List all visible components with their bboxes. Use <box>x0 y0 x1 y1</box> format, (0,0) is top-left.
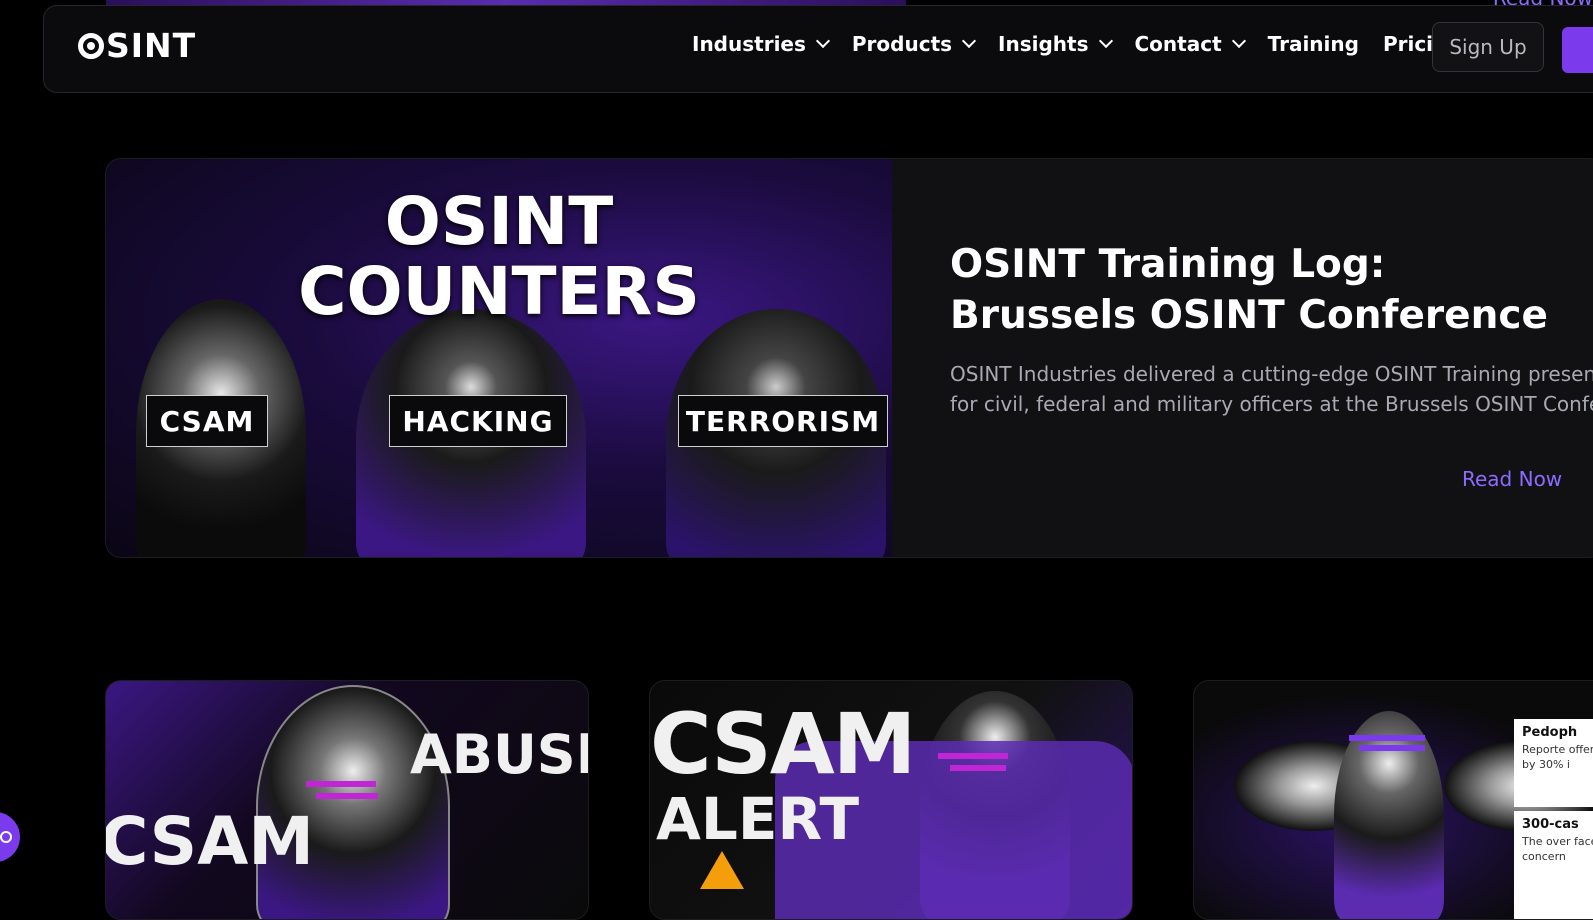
description-line: OSINT Industries delivered a cutting-edg… <box>950 362 1593 386</box>
article-card[interactable]: CSAM ALERT <box>649 680 1133 920</box>
featured-article-description: OSINT Industries delivered a cutting-edg… <box>950 359 1593 419</box>
nav-item-label: Insights <box>998 32 1089 56</box>
card-image-word: ALERT <box>656 785 860 853</box>
nav-item-label: Industries <box>692 32 806 56</box>
logo-text: SINT <box>106 26 197 65</box>
censor-bar <box>950 765 1006 771</box>
news-note: Pedoph Reporte offences by 30% i <box>1514 719 1593 807</box>
image-headline-line1: OSINT <box>384 183 614 260</box>
image-headline: OSINT COUNTERS <box>106 187 892 327</box>
card-image-word: CSAM <box>105 803 314 880</box>
censor-bar <box>1359 745 1425 751</box>
card-illustration <box>1334 711 1444 919</box>
news-note-title: 300-cas <box>1522 817 1579 832</box>
chat-icon <box>0 831 12 843</box>
nav-item-label: Products <box>851 32 953 56</box>
warning-icon <box>700 851 744 889</box>
tag-terrorism: TERRORISM <box>678 395 888 447</box>
description-line: for civil, federal and military officers… <box>950 392 1593 416</box>
featured-article-image: OSINT COUNTERS CSAM HACKING TERRORISM <box>106 159 892 557</box>
article-card[interactable]: Pedoph Reporte offences by 30% i 300-cas… <box>1193 680 1593 920</box>
nav-menu: Industries Products Insights Contact Tra… <box>692 32 1486 56</box>
nav-item-label: Contact <box>1134 32 1222 56</box>
featured-article-card[interactable]: OSINT COUNTERS CSAM HACKING TERRORISM OS… <box>105 158 1593 558</box>
nav-item-training[interactable]: Training <box>1268 32 1359 56</box>
censor-bar <box>316 793 378 799</box>
news-note-title: Pedoph <box>1522 725 1578 740</box>
censor-bar <box>1349 735 1425 741</box>
image-headline-line2: COUNTERS <box>298 253 700 330</box>
logo[interactable]: SINT <box>78 28 196 64</box>
card-image-word: ABUSE <box>410 723 588 786</box>
logo-o-icon <box>78 33 104 59</box>
nav-item-insights[interactable]: Insights <box>998 32 1113 56</box>
cta-button-edge[interactable] <box>1562 27 1593 73</box>
sign-up-button[interactable]: Sign Up <box>1432 22 1544 72</box>
nav-item-contact[interactable]: Contact <box>1134 32 1246 56</box>
chat-widget-button[interactable] <box>0 812 20 862</box>
censor-bar <box>938 753 1008 759</box>
chevron-down-icon <box>815 33 830 49</box>
news-note-text: Reporte offences by 30% i <box>1522 743 1593 771</box>
tag-hacking: HACKING <box>389 395 567 447</box>
read-now-link[interactable]: Read Now <box>1462 467 1562 491</box>
nav-item-label: Training <box>1267 32 1359 56</box>
tag-csam: CSAM <box>146 395 268 447</box>
article-card[interactable]: ABUSE CSAM <box>105 680 589 920</box>
nav-item-products[interactable]: Products <box>851 32 977 56</box>
censor-bar <box>306 781 376 787</box>
news-note-text: The over faces a 3 concern <box>1522 835 1593 863</box>
nav-item-industries[interactable]: Industries <box>692 32 830 56</box>
chevron-down-icon <box>1098 33 1113 49</box>
chevron-down-icon <box>1231 33 1246 49</box>
chevron-down-icon <box>961 33 977 49</box>
featured-article-title[interactable]: OSINT Training Log: Brussels OSINT Confe… <box>950 239 1570 341</box>
card-image-word: CSAM <box>650 695 916 793</box>
news-note: 300-cas The over faces a 3 concern <box>1514 811 1593 919</box>
